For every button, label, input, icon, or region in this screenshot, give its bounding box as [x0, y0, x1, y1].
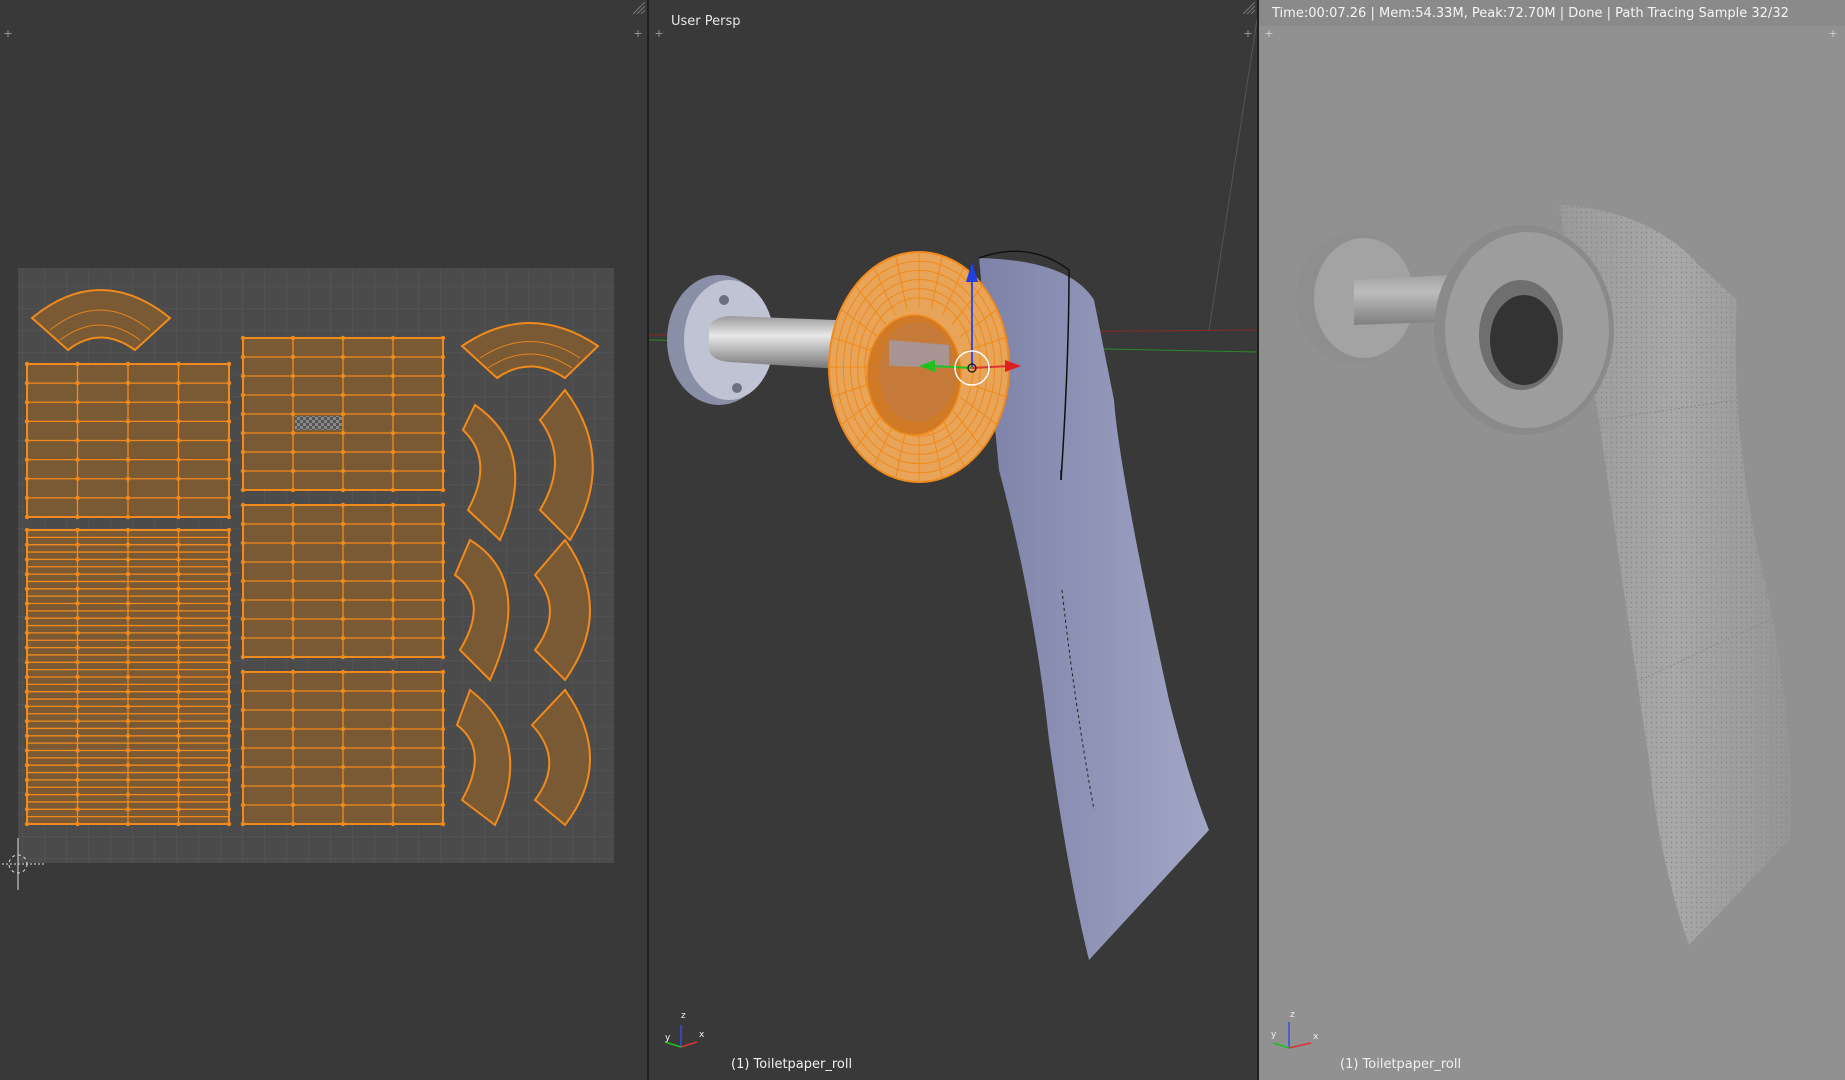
render-object-label: (1) Toiletpaper_roll: [1340, 1057, 1462, 1072]
axis-z-label: z: [681, 1011, 686, 1021]
axis-y-label: y: [1271, 1030, 1277, 1040]
uv-canvas[interactable]: [0, 0, 647, 1080]
3d-viewport-panel[interactable]: User Persp + + y z x (1) Toiletpaper_rol…: [649, 0, 1257, 1080]
object-label: (1) Toiletpaper_roll: [731, 1057, 853, 1072]
axis-x-label: x: [699, 1030, 705, 1040]
axis-z-label: z: [1290, 1010, 1295, 1020]
render-result: [1272, 205, 1792, 1049]
area-split-handle-icon[interactable]: +: [2, 28, 14, 40]
area-corner-hatch-icon[interactable]: [633, 2, 645, 14]
viewport-scene[interactable]: [649, 0, 1257, 1080]
axis-x-label: x: [1313, 1032, 1319, 1042]
uv-editor-panel[interactable]: + +: [0, 0, 647, 1080]
rendered-view-panel[interactable]: Time:00:07.26 | Mem:54.33M, Peak:72.70M …: [1259, 0, 1845, 1080]
axis-y-label: y: [665, 1033, 671, 1043]
area-split-handle-icon[interactable]: +: [632, 28, 644, 40]
